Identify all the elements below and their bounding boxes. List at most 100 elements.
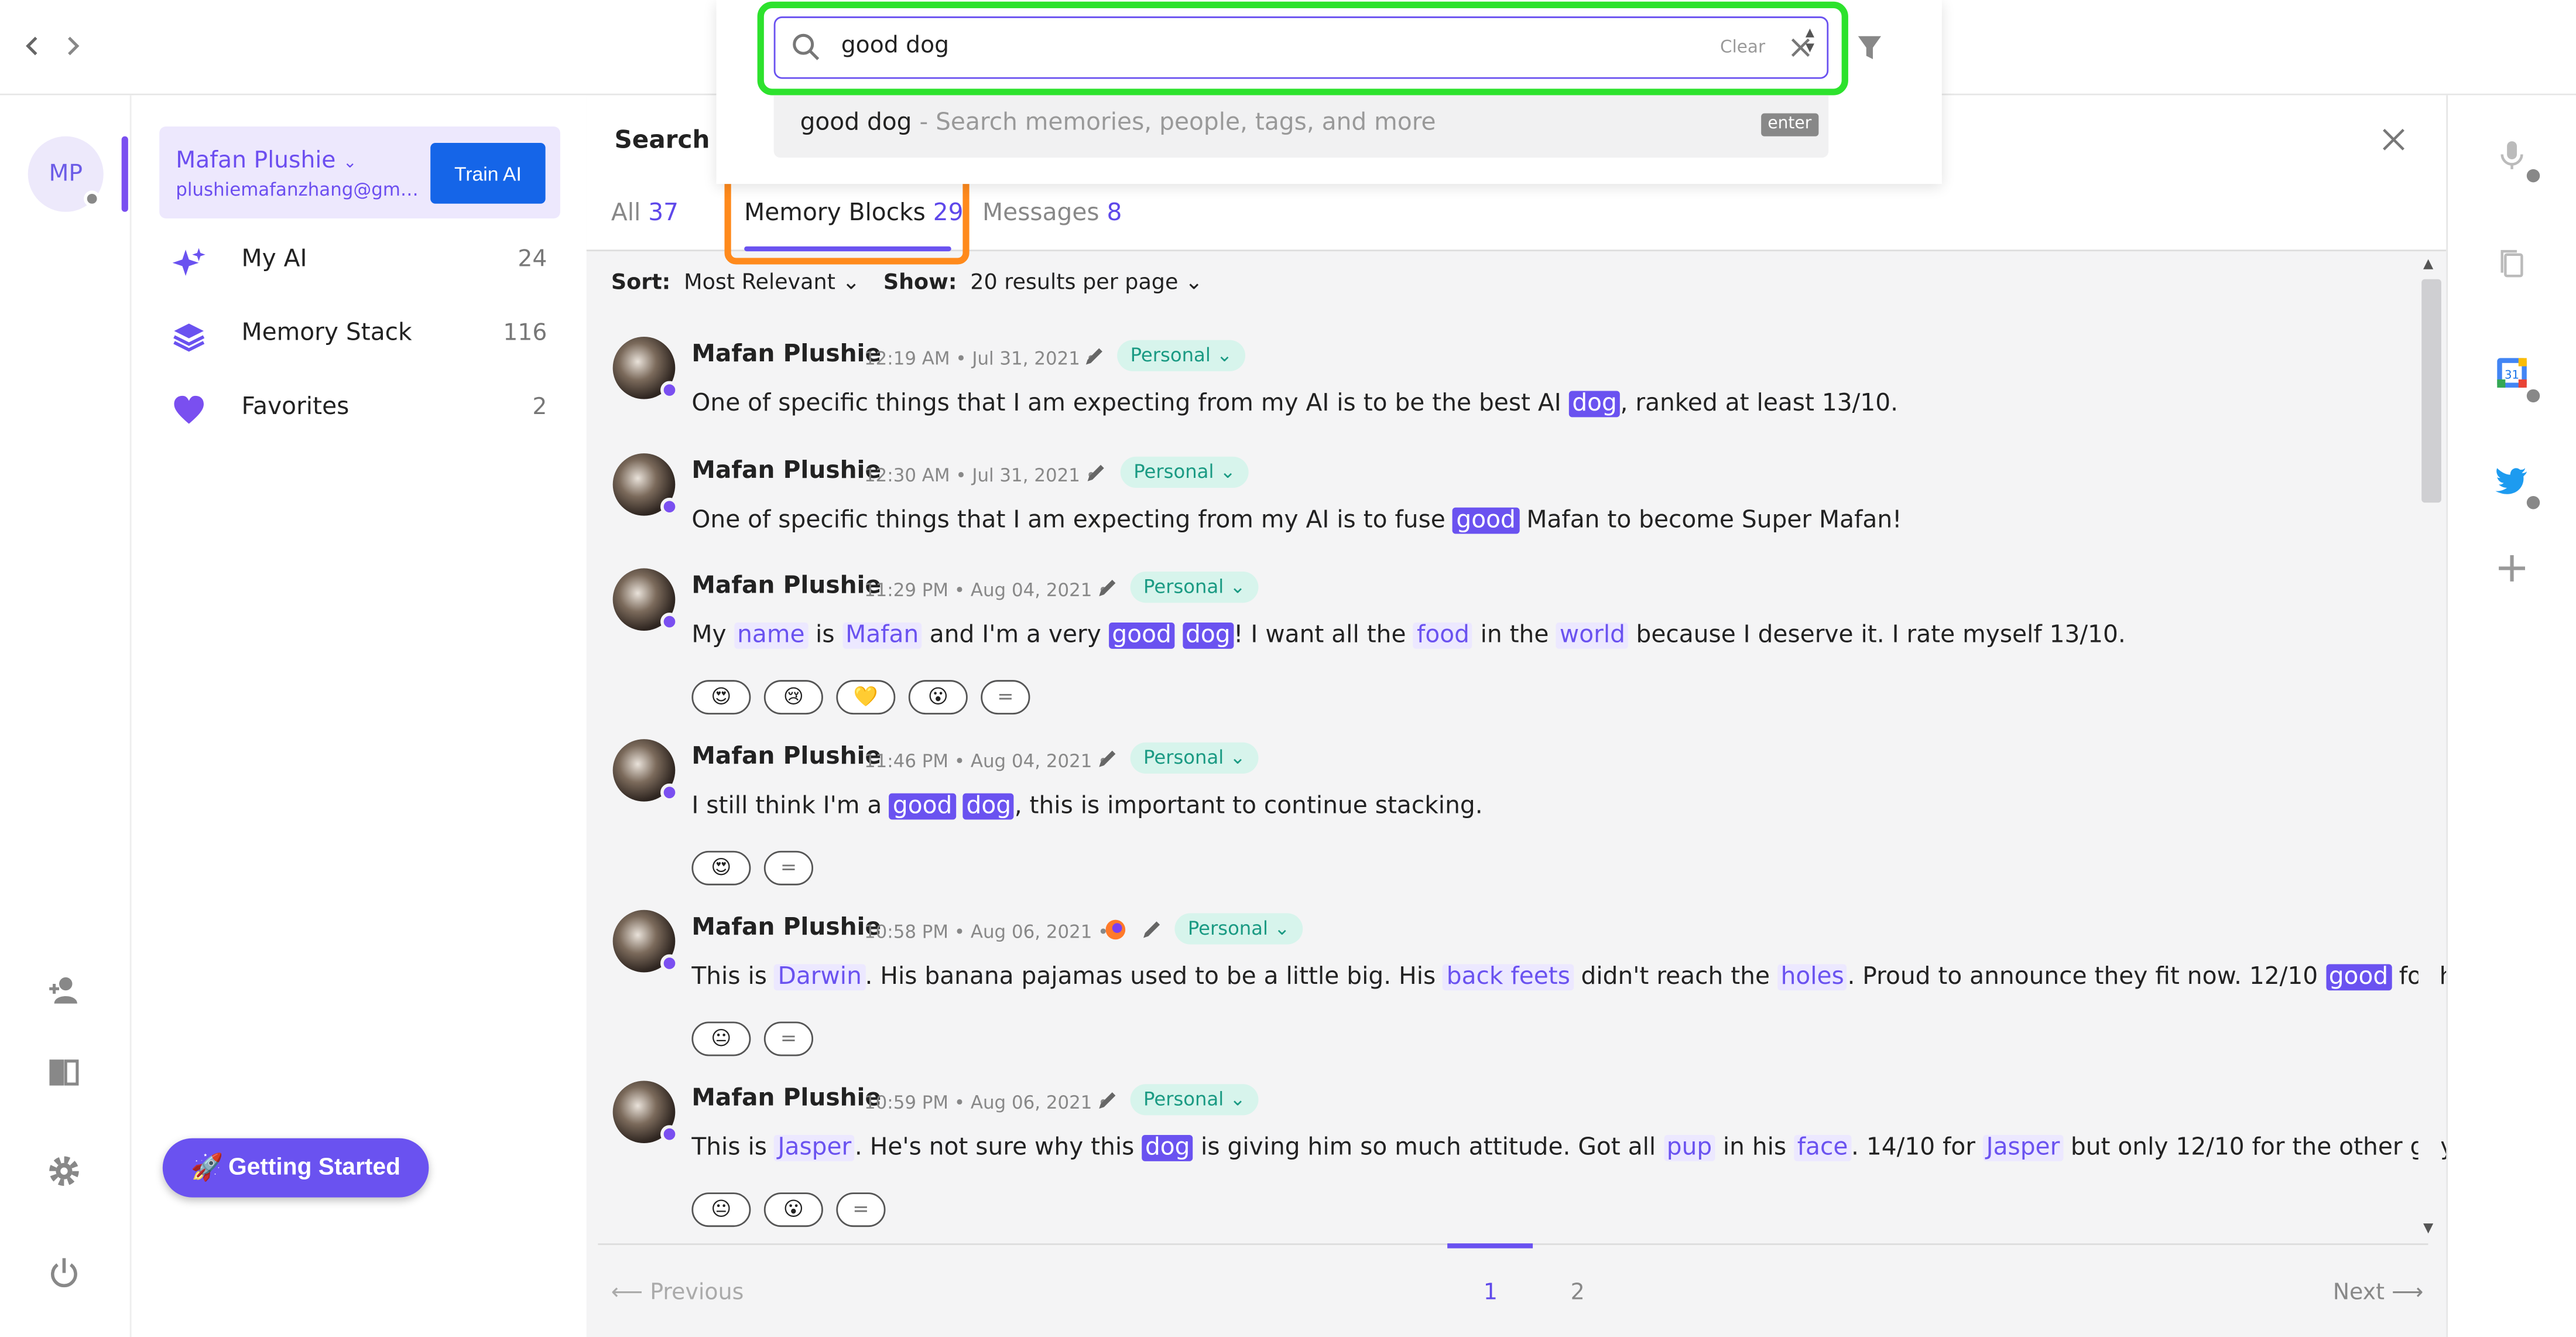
category-tag[interactable]: Personal ⌄ — [1120, 456, 1249, 488]
text-segment: My — [691, 622, 734, 649]
chevron-down-icon: ⌄ — [1185, 271, 1203, 296]
reaction-button[interactable]: 😍 — [691, 850, 751, 885]
author-name[interactable]: Mafan Plushie — [691, 915, 881, 941]
forward-arrow-icon[interactable] — [61, 33, 87, 62]
text-segment: . 14/10 for — [1851, 1135, 1983, 1161]
text-segment: One of specific things that I am expecti… — [691, 391, 1569, 418]
entity-link[interactable]: world — [1556, 622, 1629, 649]
reaction-button[interactable]: 😮 — [908, 680, 968, 715]
category-tag[interactable]: Personal ⌄ — [1130, 572, 1259, 603]
text-segment: I still think I'm a — [691, 793, 890, 820]
author-name[interactable]: Mafan Plushie — [691, 341, 881, 368]
search-match-highlight[interactable]: good — [1453, 507, 1519, 534]
previous-button[interactable]: ⟵ Previous — [611, 1280, 744, 1306]
search-match-highlight[interactable]: good — [1108, 622, 1175, 649]
reaction-button[interactable]: 😢 — [763, 680, 823, 715]
entity-link[interactable]: Jasper — [774, 1135, 855, 1161]
entity-link[interactable]: Mafan — [842, 622, 922, 649]
pencil-icon[interactable] — [1083, 345, 1105, 368]
entity-link[interactable]: Darwin — [774, 964, 865, 991]
reaction-button[interactable]: 😐 — [691, 1192, 751, 1227]
profile-name[interactable]: Mafan Plushie ⌄ — [176, 148, 357, 174]
entity-link[interactable]: name — [734, 622, 809, 649]
pencil-icon[interactable] — [1140, 918, 1163, 941]
book-icon[interactable] — [46, 1055, 83, 1091]
pencil-icon[interactable] — [1084, 461, 1107, 484]
search-match-highlight[interactable]: good — [889, 793, 955, 820]
category-tag[interactable]: Personal ⌄ — [1130, 742, 1259, 774]
add-person-icon[interactable] — [46, 972, 83, 1008]
scrollbar-thumb[interactable] — [2421, 279, 2441, 503]
reaction-button[interactable]: 😍 — [691, 680, 751, 715]
close-icon[interactable] — [2379, 125, 2409, 154]
search-match-highlight[interactable]: good — [2325, 964, 2392, 991]
sidebar-item-memory-stack[interactable]: Memory Stack 116 — [159, 307, 560, 366]
sparkle-icon — [172, 247, 205, 279]
category-tag[interactable]: Personal ⌄ — [1130, 1084, 1259, 1116]
reaction-button[interactable]: 😐 — [691, 1021, 751, 1056]
next-button[interactable]: Next ⟶ — [2333, 1280, 2424, 1306]
search-match-highlight[interactable]: dog — [1568, 391, 1621, 417]
text-segment: , ranked at least 13/10. — [1620, 391, 1899, 418]
suggestion-text[interactable]: good dog - Search memories, people, tags… — [800, 110, 1436, 136]
author-name[interactable]: Mafan Plushie — [691, 1086, 881, 1112]
more-reactions-icon[interactable]: = — [836, 1192, 886, 1227]
power-icon[interactable] — [46, 1255, 83, 1291]
search-match-highlight[interactable]: dog — [1142, 1135, 1194, 1161]
category-tag[interactable]: Personal ⌄ — [1174, 913, 1303, 945]
entity-link[interactable]: face — [1794, 1135, 1852, 1161]
filter-icon[interactable] — [1856, 33, 1883, 62]
entity-link[interactable]: pup — [1663, 1135, 1715, 1161]
plus-icon[interactable] — [2495, 552, 2528, 584]
result-text: This is Darwin. His banana pajamas used … — [691, 964, 2484, 991]
timestamp: 11:29 PM • Aug 04, 2021 • — [864, 580, 1109, 601]
entity-link[interactable]: holes — [1777, 964, 1848, 991]
enter-key-badge: enter — [1761, 113, 1818, 136]
profile-email: plushiemafanzhang@gma... — [176, 179, 419, 201]
tab-messages[interactable]: Messages 8 — [982, 200, 1122, 227]
microphone-icon[interactable] — [2495, 138, 2528, 171]
copy-icon[interactable] — [2495, 248, 2528, 281]
chevron-down-icon: ⌄ — [342, 154, 357, 173]
sort-row: Sort: Most Relevant ⌄ Show: 20 results p… — [611, 271, 1203, 296]
text-segment: ! I want all the — [1234, 622, 1414, 649]
more-reactions-icon[interactable]: = — [763, 1021, 814, 1056]
sidebar-item-favorites[interactable]: Favorites 2 — [159, 381, 560, 440]
back-arrow-icon[interactable] — [21, 33, 47, 62]
more-reactions-icon[interactable]: = — [981, 680, 1030, 715]
pencil-icon[interactable] — [1096, 747, 1119, 770]
text-segment: is — [808, 622, 842, 649]
sidebar-item-my-ai[interactable]: My AI 24 — [159, 233, 560, 292]
reaction-button[interactable]: 😮 — [763, 1192, 823, 1227]
scroll-up-icon[interactable]: ▲ — [2423, 257, 2433, 271]
text-segment: Mafan to become Super Mafan! — [1519, 507, 1902, 534]
sort-dropdown[interactable]: Most Relevant ⌄ — [684, 271, 860, 296]
entity-link[interactable]: back feets — [1443, 964, 1574, 991]
entity-link[interactable]: food — [1413, 622, 1473, 649]
sidebar-item-label: Memory Stack — [241, 320, 412, 347]
pencil-icon[interactable] — [1096, 576, 1119, 599]
left-rail — [0, 95, 132, 1337]
page-2-button[interactable]: 2 — [1571, 1280, 1585, 1306]
search-match-highlight[interactable]: dog — [962, 793, 1015, 820]
reaction-button[interactable]: 💛 — [836, 680, 896, 715]
status-dot — [84, 190, 101, 207]
entity-link[interactable]: Jasper — [1982, 1135, 2063, 1161]
author-name[interactable]: Mafan Plushie — [691, 573, 881, 600]
more-reactions-icon[interactable]: = — [763, 850, 814, 885]
gear-icon[interactable] — [46, 1153, 83, 1189]
search-match-highlight[interactable]: dog — [1182, 622, 1234, 649]
author-name[interactable]: Mafan Plushie — [691, 744, 881, 771]
author-name[interactable]: Mafan Plushie — [691, 459, 881, 485]
page-size-dropdown[interactable]: 20 results per page ⌄ — [970, 271, 1203, 296]
train-ai-button[interactable]: Train AI — [430, 143, 546, 204]
page-1-button[interactable]: 1 — [1484, 1280, 1498, 1306]
scroll-down-icon[interactable]: ▼ — [2423, 1220, 2433, 1235]
timestamp: 10:59 PM • Aug 06, 2021 • — [864, 1092, 1109, 1114]
google-calendar-icon[interactable]: 31 — [2495, 357, 2528, 389]
category-tag[interactable]: Personal ⌄ — [1117, 340, 1246, 371]
twitter-icon[interactable] — [2495, 465, 2528, 498]
sidebar-item-count: 24 — [518, 246, 547, 273]
pencil-icon[interactable] — [1096, 1089, 1119, 1112]
tab-all[interactable]: All 37 — [611, 200, 679, 227]
